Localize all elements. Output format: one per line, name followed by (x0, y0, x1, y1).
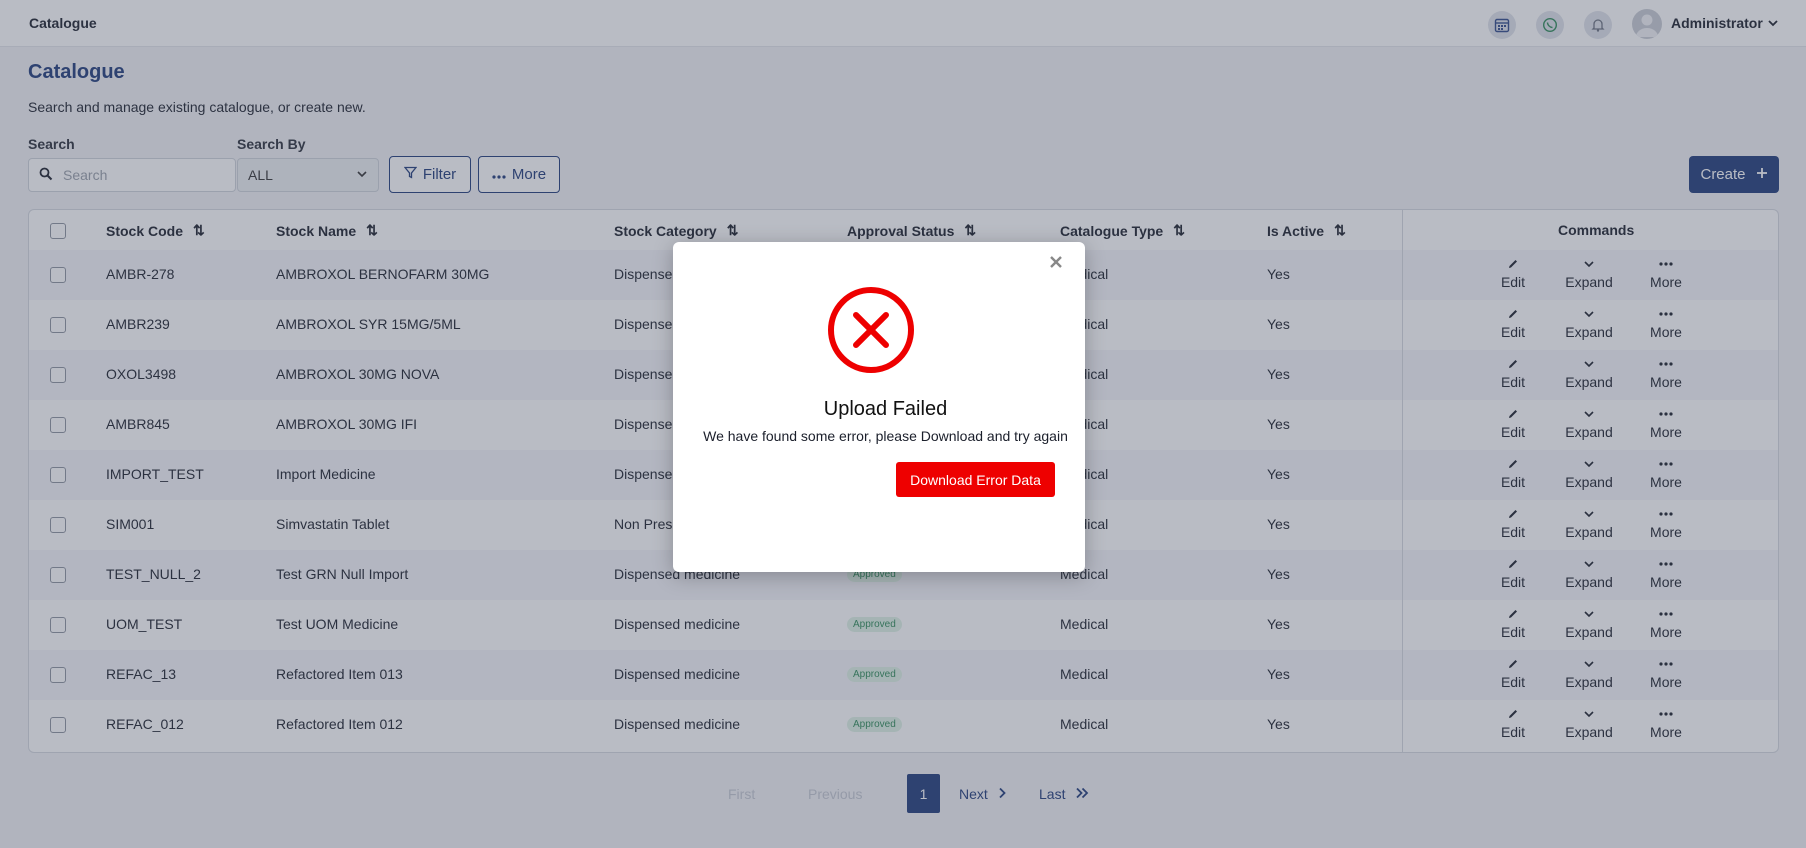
dialog-title: Upload Failed (823, 398, 948, 420)
download-error-data-button[interactable]: Download Error Data (896, 462, 1055, 497)
close-icon[interactable] (1046, 252, 1066, 272)
error-icon (826, 285, 916, 378)
upload-failed-dialog: Upload Failed We have found some error, … (673, 242, 1085, 572)
dialog-message: We have found some error, please Downloa… (703, 428, 1068, 444)
